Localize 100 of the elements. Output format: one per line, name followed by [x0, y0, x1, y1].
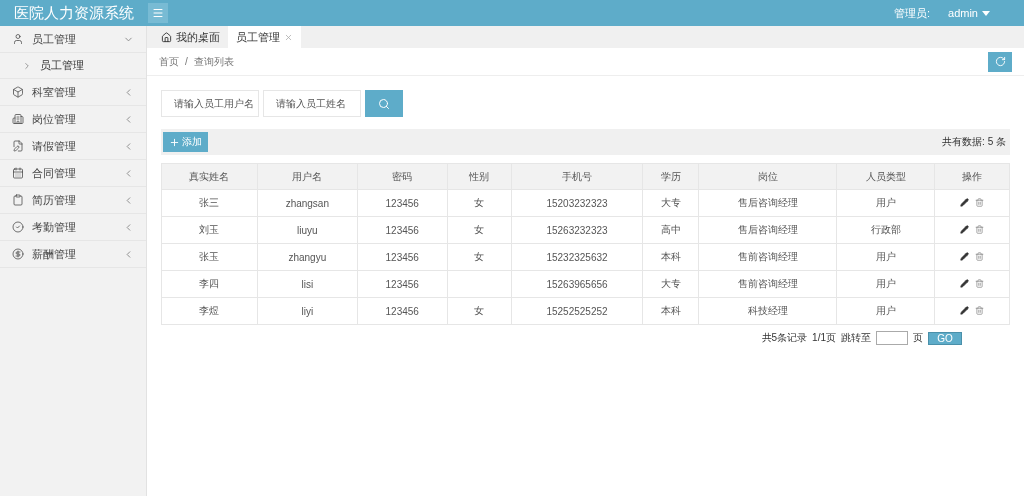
table-cell: 李四: [161, 270, 258, 298]
refresh-icon: [994, 56, 1006, 67]
table-cell: 张三: [161, 189, 258, 217]
search-field[interactable]: 请输入员工姓名: [263, 90, 361, 117]
search-icon: [378, 97, 390, 110]
total-count: 共有数据: 5 条: [942, 135, 1006, 149]
table-cell: lisi: [257, 270, 358, 298]
table-cell: liyi: [257, 297, 358, 325]
sidebar-label: 简历管理: [32, 192, 77, 208]
trash-icon[interactable]: [975, 278, 984, 288]
table-cell: 用户: [836, 270, 935, 298]
page-input[interactable]: [876, 331, 908, 345]
table-cell: 123456: [357, 216, 448, 244]
table-cell: [447, 270, 512, 298]
table-cell: zhangsan: [257, 189, 358, 217]
tab[interactable]: 我的桌面: [153, 26, 228, 48]
page-info: 1/1页: [812, 331, 836, 345]
column-header: 手机号: [511, 163, 643, 190]
calendar-icon: [12, 167, 24, 179]
sidebar-label: 员工管理: [32, 31, 77, 47]
sidebar-item[interactable]: 合同管理: [0, 160, 146, 187]
cube-icon: [12, 86, 24, 98]
edit-icon[interactable]: [960, 224, 969, 234]
table-cell: liuyu: [257, 216, 358, 244]
edit-icon[interactable]: [960, 305, 969, 315]
table-cell: 本科: [642, 243, 699, 271]
sidebar-item[interactable]: 考勤管理: [0, 214, 146, 241]
table-cell: 李煜: [161, 297, 258, 325]
sidebar-label: 合同管理: [32, 165, 77, 181]
column-header: 真实姓名: [161, 163, 258, 190]
trash-icon[interactable]: [975, 224, 984, 234]
edit-icon[interactable]: [960, 278, 969, 288]
sidebar-item[interactable]: 科室管理: [0, 79, 146, 106]
trash-icon[interactable]: [975, 197, 984, 207]
sidebar-label: 考勤管理: [32, 219, 77, 235]
table-cell: 15263965656: [511, 270, 643, 298]
sidebar-label: 薪酬管理: [32, 246, 77, 262]
table-cell: 女: [447, 297, 512, 325]
column-header: 岗位: [698, 163, 837, 190]
menu-icon: [152, 7, 164, 19]
column-header: 性别: [447, 163, 512, 190]
table-cell: 售前咨询经理: [698, 270, 837, 298]
table-cell: 15232325632: [511, 243, 643, 271]
edit-document-icon: [12, 140, 24, 152]
user-icon: [12, 33, 24, 45]
search-button[interactable]: [365, 90, 403, 117]
tab[interactable]: 员工管理: [228, 26, 301, 48]
sidebar-label: 科室管理: [32, 84, 77, 100]
check-circle-icon: [12, 221, 24, 233]
clipboard-icon: [12, 194, 24, 206]
sidebar-item[interactable]: 简历管理: [0, 187, 146, 214]
table-cell: 科技经理: [698, 297, 837, 325]
refresh-button[interactable]: [988, 51, 1012, 72]
search-field[interactable]: 请输入员工用户名: [161, 90, 259, 117]
trash-icon[interactable]: [975, 251, 984, 261]
table-cell: 15203232323: [511, 189, 643, 217]
sidebar-label: 请假管理: [32, 138, 77, 154]
dollar-icon: [12, 248, 24, 260]
edit-icon[interactable]: [960, 197, 969, 207]
menu-button[interactable]: [148, 3, 168, 23]
table-cell: 123456: [357, 243, 448, 271]
page-unit: 页: [913, 331, 923, 345]
record-count: 共5条记录: [761, 331, 808, 345]
table-cell: 售后咨询经理: [698, 216, 837, 244]
breadcrumb-item[interactable]: 首页: [159, 54, 179, 69]
table-cell: 用户: [836, 189, 935, 217]
column-header: 操作: [934, 163, 1010, 190]
column-header: 人员类型: [836, 163, 935, 190]
table-cell: 大专: [642, 270, 699, 298]
column-header: 用户名: [257, 163, 358, 190]
edit-icon[interactable]: [960, 251, 969, 261]
user-label: 管理员:: [893, 5, 931, 21]
table-cell: zhangyu: [257, 243, 358, 271]
column-header: 密码: [357, 163, 448, 190]
table-cell: 售后咨询经理: [698, 189, 837, 217]
table-cell: 123456: [357, 297, 448, 325]
table-cell: 用户: [836, 243, 935, 271]
home-icon: [161, 31, 172, 43]
sidebar-subitem[interactable]: 员工管理: [0, 53, 146, 79]
caret-icon: [982, 10, 990, 16]
table-cell: 行政部: [836, 216, 935, 244]
plus-icon: [169, 136, 180, 148]
trash-icon[interactable]: [975, 305, 984, 315]
chevron-right-icon: [22, 60, 32, 71]
table-cell: 张玉: [161, 243, 258, 271]
sidebar-item[interactable]: 员工管理: [0, 26, 146, 53]
table-cell: 123456: [357, 189, 448, 217]
table-cell: 大专: [642, 189, 699, 217]
table-cell: 女: [447, 216, 512, 244]
table-cell: 女: [447, 243, 512, 271]
breadcrumb-separator: /: [185, 56, 188, 67]
table-cell: 15252525252: [511, 297, 643, 325]
sidebar-label: 岗位管理: [32, 111, 77, 127]
sidebar-item[interactable]: 岗位管理: [0, 106, 146, 133]
sidebar-item[interactable]: 请假管理: [0, 133, 146, 160]
sidebar-item[interactable]: 薪酬管理: [0, 241, 146, 268]
table-cell: 本科: [642, 297, 699, 325]
close-icon[interactable]: [284, 32, 293, 42]
table-cell: 15263232323: [511, 216, 643, 244]
table-cell: 高中: [642, 216, 699, 244]
